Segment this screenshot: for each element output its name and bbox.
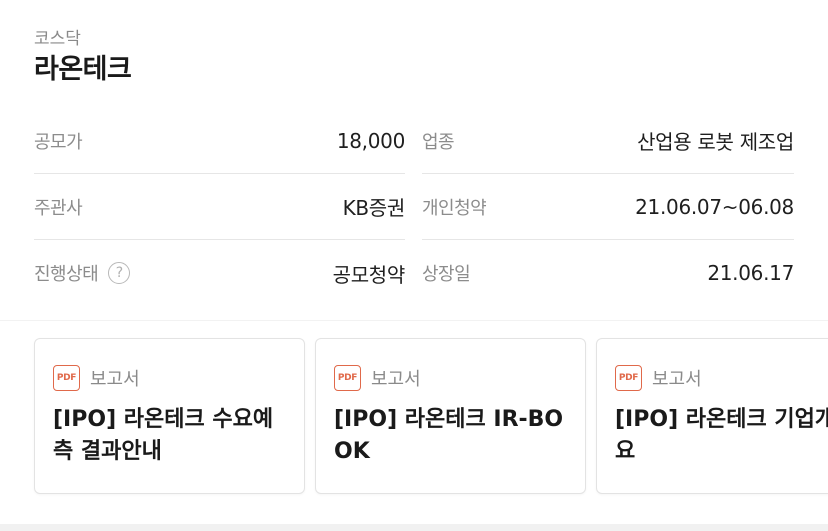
offer-price-label: 공모가 [34, 131, 83, 153]
report-card[interactable]: PDF 보고서 [IPO] 라온테크 수요예측 결과안내 [34, 338, 305, 494]
offer-price-value: 18,000 [336, 128, 405, 153]
info-row: 공모가 18,000 업종 산업용 로봇 제조업 [34, 108, 794, 174]
card-type: 보고서 [371, 369, 421, 390]
retail-subscription-label: 개인청약 [422, 197, 487, 219]
underwriter-cell: 주관사 KB증권 [34, 174, 405, 240]
underwriter-label: 주관사 [34, 197, 83, 219]
ipo-info-table: 공모가 18,000 업종 산업용 로봇 제조업 주관사 KB증권 개인청약 2… [34, 108, 794, 306]
status-label-group: 진행상태 ? [34, 260, 131, 286]
pdf-icon: PDF [615, 365, 642, 391]
status-value: 공모청약 [332, 262, 406, 287]
listing-date-cell: 상장일 21.06.17 [422, 240, 794, 306]
card-title: [IPO] 라온테크 수요예측 결과안내 [53, 407, 274, 464]
pdf-icon: PDF [334, 365, 361, 391]
market-label: 코스닥 [34, 29, 81, 49]
industry-cell: 업종 산업용 로봇 제조업 [422, 108, 794, 174]
industry-label: 업종 [422, 131, 455, 153]
report-card[interactable]: PDF 보고서 [IPO] 라온테크 기업개요 [596, 338, 828, 494]
card-header: PDF 보고서 [334, 365, 567, 391]
card-title: [IPO] 라온테크 IR-BOOK [334, 407, 564, 464]
card-header: PDF 보고서 [615, 365, 828, 391]
report-card-list: PDF 보고서 [IPO] 라온테크 수요예측 결과안내 PDF 보고서 [IP… [34, 338, 828, 494]
pdf-icon: PDF [53, 365, 80, 391]
company-name: 라온테크 [34, 54, 132, 85]
listing-date-value: 21.06.17 [707, 261, 794, 285]
industry-value: 산업용 로봇 제조업 [637, 130, 794, 154]
card-type: 보고서 [90, 369, 140, 390]
card-type: 보고서 [652, 369, 702, 390]
underwriter-value: KB증권 [342, 196, 406, 220]
status-label: 진행상태 [34, 264, 99, 285]
card-header: PDF 보고서 [53, 365, 286, 391]
listing-date-label: 상장일 [422, 264, 471, 285]
status-cell: 진행상태 ? 공모청약 [34, 240, 405, 306]
retail-subscription-value: 21.06.07~06.08 [635, 194, 794, 219]
info-row: 주관사 KB증권 개인청약 21.06.07~06.08 [34, 174, 794, 240]
stock-header: 코스닥 라온테크 [34, 28, 132, 88]
info-row: 진행상태 ? 공모청약 상장일 21.06.17 [34, 240, 794, 306]
section-divider [0, 320, 828, 321]
card-title: [IPO] 라온테크 기업개요 [615, 407, 828, 464]
report-card[interactable]: PDF 보고서 [IPO] 라온테크 IR-BOOK [315, 338, 586, 494]
retail-subscription-cell: 개인청약 21.06.07~06.08 [422, 174, 794, 240]
offer-price-cell: 공모가 18,000 [34, 108, 405, 174]
help-icon[interactable]: ? [108, 262, 131, 284]
bottom-divider [0, 524, 828, 531]
